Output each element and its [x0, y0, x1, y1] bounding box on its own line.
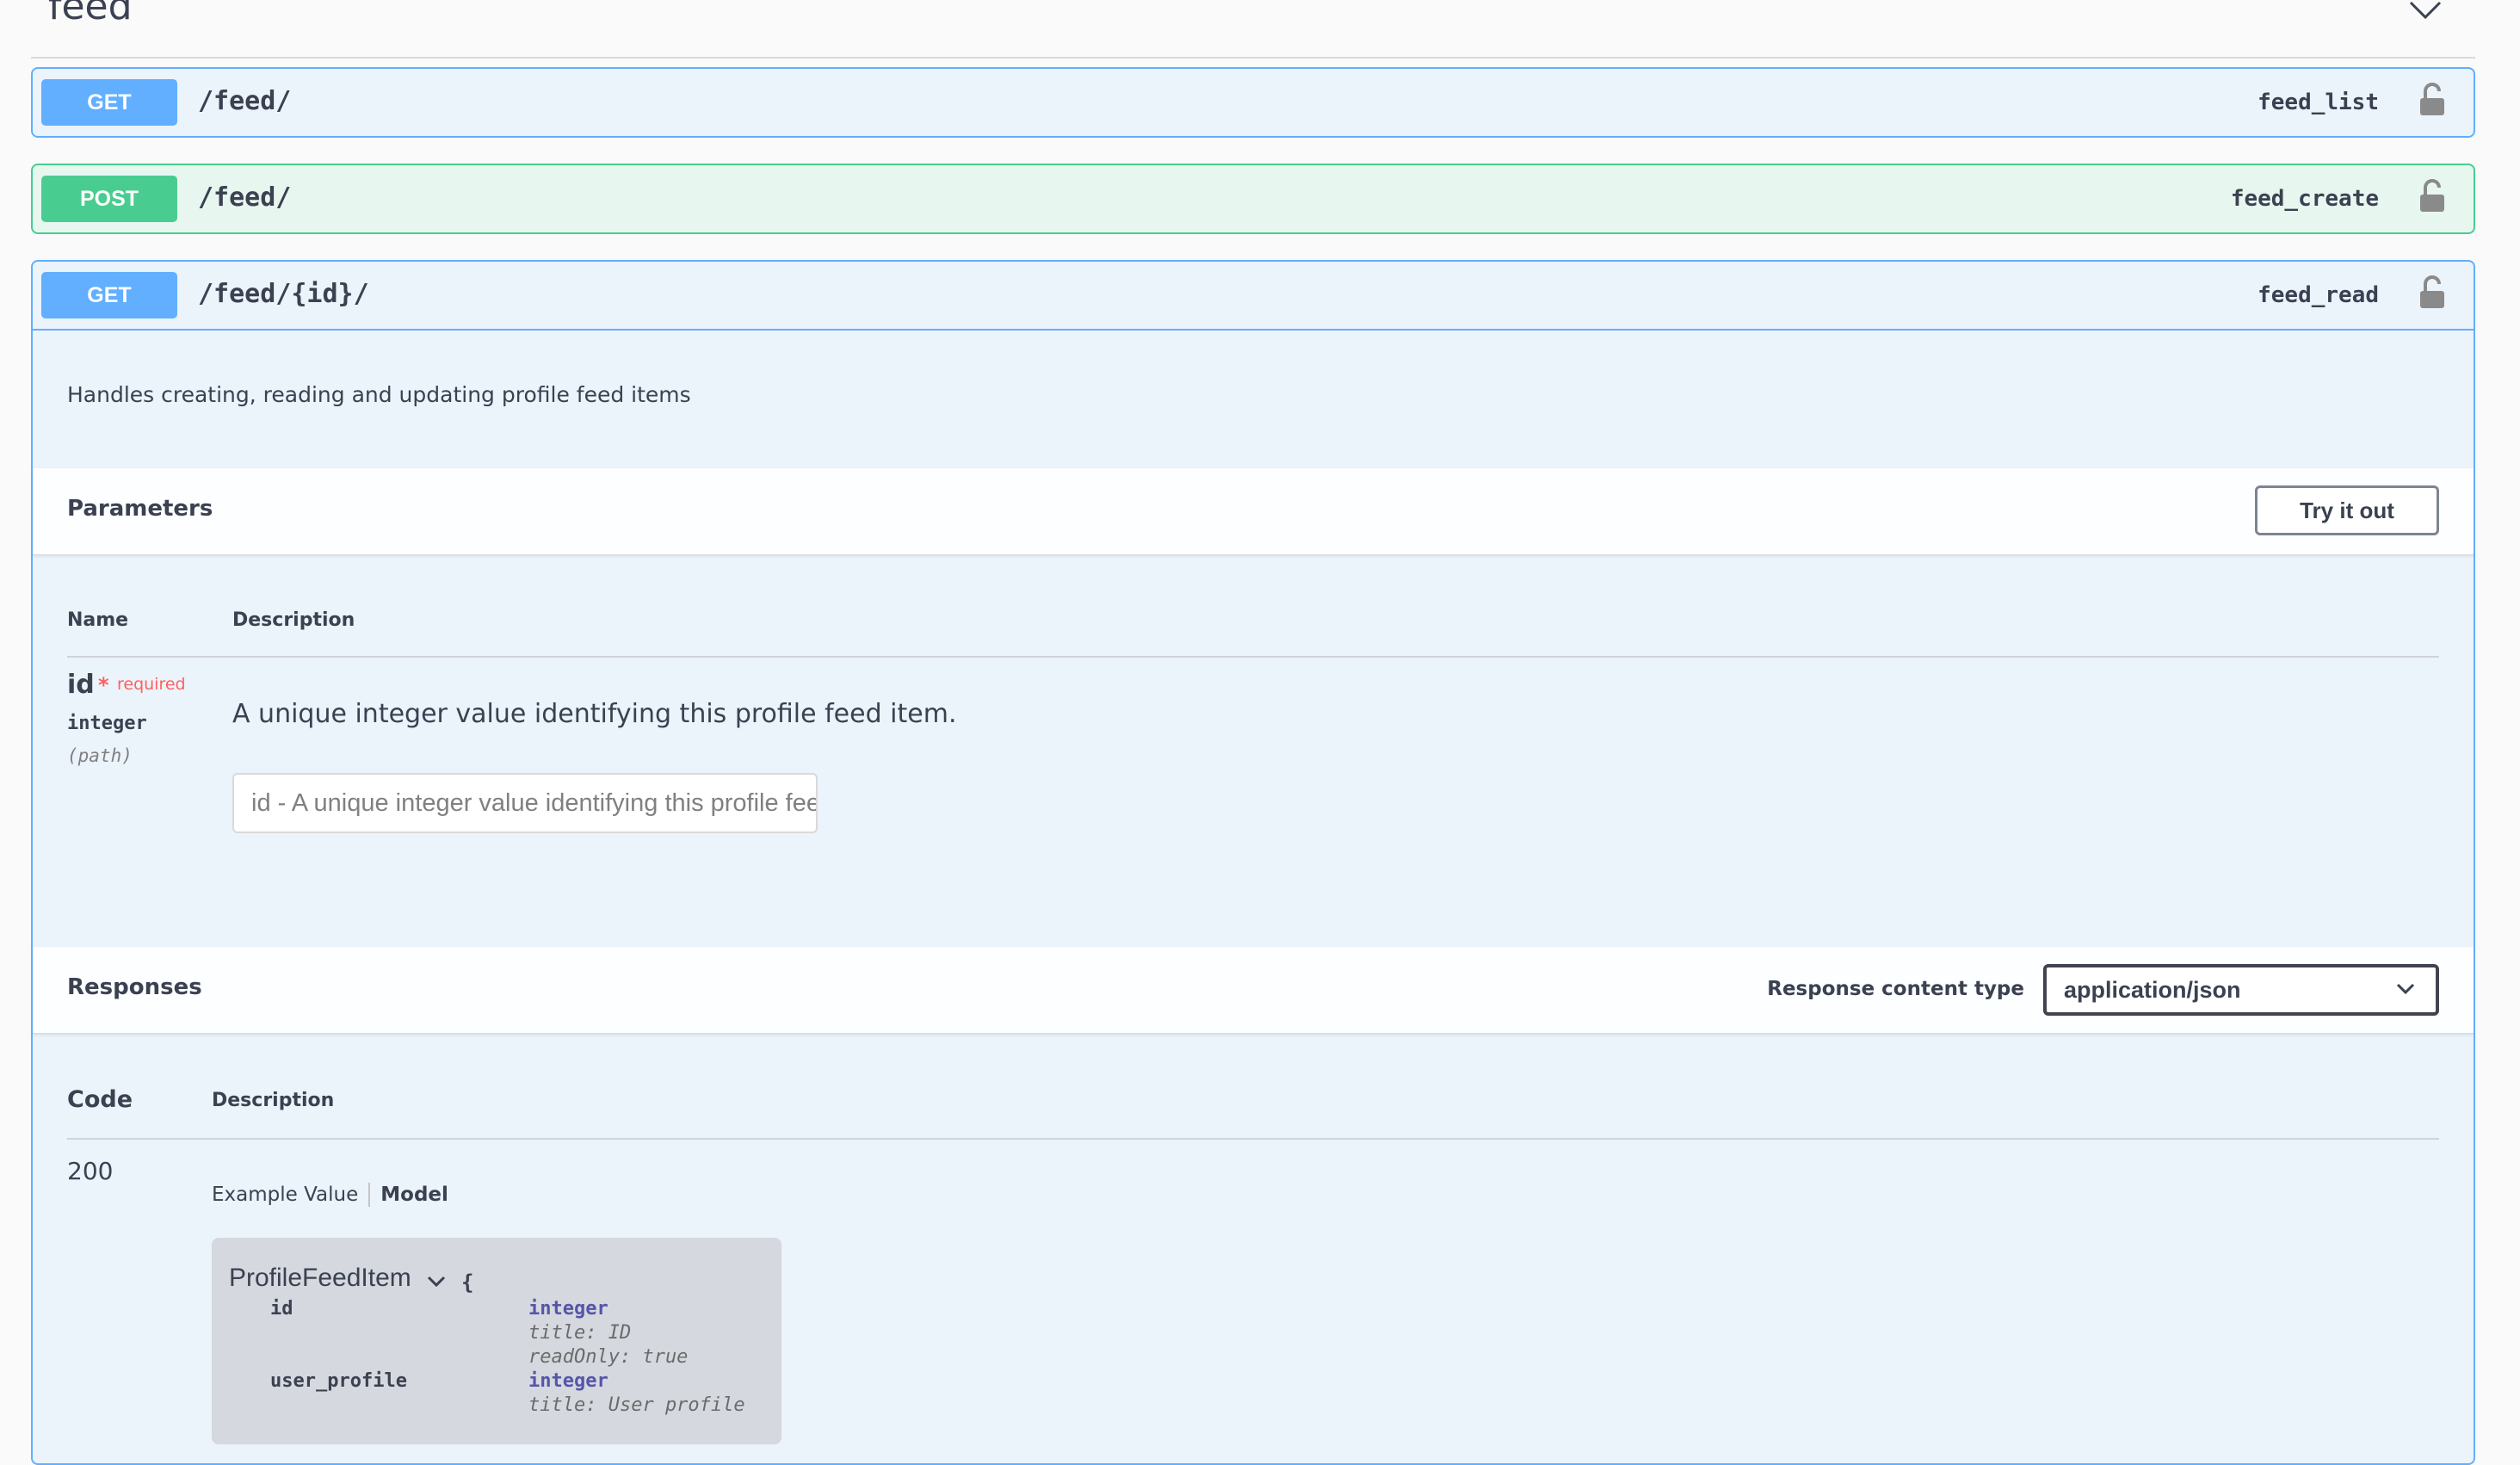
required-star: * — [98, 673, 109, 697]
id-input[interactable]: id - A unique integer value identifying … — [232, 773, 818, 833]
parameters-title: Parameters — [67, 496, 213, 522]
parameters-header: Parameters Try it out — [33, 468, 2474, 555]
response-col-description: Description — [212, 1090, 335, 1111]
operation-id: feed_create — [2230, 186, 2379, 212]
responses-header: Responses Response content type applicat… — [33, 947, 2474, 1034]
divider — [67, 1138, 2439, 1140]
model-prop-meta: title: User profile — [528, 1394, 745, 1416]
response-content-type-select[interactable]: application/json — [2043, 964, 2439, 1016]
lock-icon[interactable] — [2418, 275, 2446, 310]
chevron-down-icon — [2396, 983, 2415, 995]
tag-header-feed[interactable]: feed — [31, 0, 2475, 59]
model-box: ProfileFeedItem { id integer title: ID r… — [212, 1238, 781, 1444]
method-badge-post: POST — [41, 176, 177, 222]
model-prop-meta: title: ID — [528, 1322, 632, 1344]
operation-summary[interactable]: GET /feed/{id}/ feed_read — [33, 262, 2474, 331]
operation-path: /feed/ — [198, 182, 292, 213]
response-tabs: Example Value Model — [212, 1183, 448, 1207]
response-code: 200 — [67, 1157, 114, 1185]
param-description: A unique integer value identifying this … — [232, 699, 957, 729]
tab-divider — [368, 1183, 371, 1207]
operation-feed-create[interactable]: POST /feed/ feed_create — [31, 164, 2475, 234]
divider — [67, 656, 2439, 658]
param-col-name: Name — [67, 609, 129, 631]
operation-id: feed_read — [2258, 282, 2379, 308]
tag-title: feed — [48, 0, 133, 28]
response-content-type-label: Response content type — [1767, 978, 2024, 1000]
try-it-out-button[interactable]: Try it out — [2255, 485, 2439, 535]
operation-path: /feed/ — [198, 86, 292, 116]
model-prop-name: user_profile — [270, 1370, 407, 1392]
operation-feed-list[interactable]: GET /feed/ feed_list — [31, 67, 2475, 138]
operation-summary[interactable]: POST /feed/ feed_create — [33, 165, 2474, 232]
operation-feed-read[interactable]: GET /feed/{id}/ feed_read Handles creati… — [31, 260, 2475, 1465]
param-name: id — [67, 670, 95, 700]
lock-icon[interactable] — [2418, 83, 2446, 117]
model-prop-type: integer — [528, 1298, 608, 1320]
required-label: required — [117, 675, 186, 694]
tab-model[interactable]: Model — [380, 1184, 448, 1206]
method-badge-get: GET — [41, 272, 177, 318]
chevron-down-icon[interactable] — [427, 1276, 446, 1288]
method-badge-get: GET — [41, 79, 177, 126]
model-prop-meta: readOnly: true — [528, 1346, 689, 1368]
responses-title: Responses — [67, 974, 202, 1000]
operation-description: Handles creating, reading and updating p… — [67, 382, 691, 407]
model-brace: { — [461, 1270, 474, 1295]
model-name[interactable]: ProfileFeedItem — [229, 1264, 411, 1293]
operation-path: /feed/{id}/ — [198, 279, 369, 309]
model-prop-name: id — [270, 1298, 293, 1320]
response-col-code: Code — [67, 1086, 133, 1113]
param-location: (path) — [67, 745, 133, 766]
response-content-type-value: application/json — [2064, 976, 2241, 1003]
operation-summary[interactable]: GET /feed/ feed_list — [33, 69, 2474, 136]
tab-example-value[interactable]: Example Value — [212, 1184, 358, 1206]
chevron-down-icon[interactable] — [2408, 0, 2443, 21]
param-type: integer — [67, 713, 147, 734]
operation-id: feed_list — [2258, 90, 2379, 115]
param-col-description: Description — [232, 609, 355, 631]
lock-icon[interactable] — [2418, 179, 2446, 213]
model-prop-type: integer — [528, 1370, 608, 1392]
